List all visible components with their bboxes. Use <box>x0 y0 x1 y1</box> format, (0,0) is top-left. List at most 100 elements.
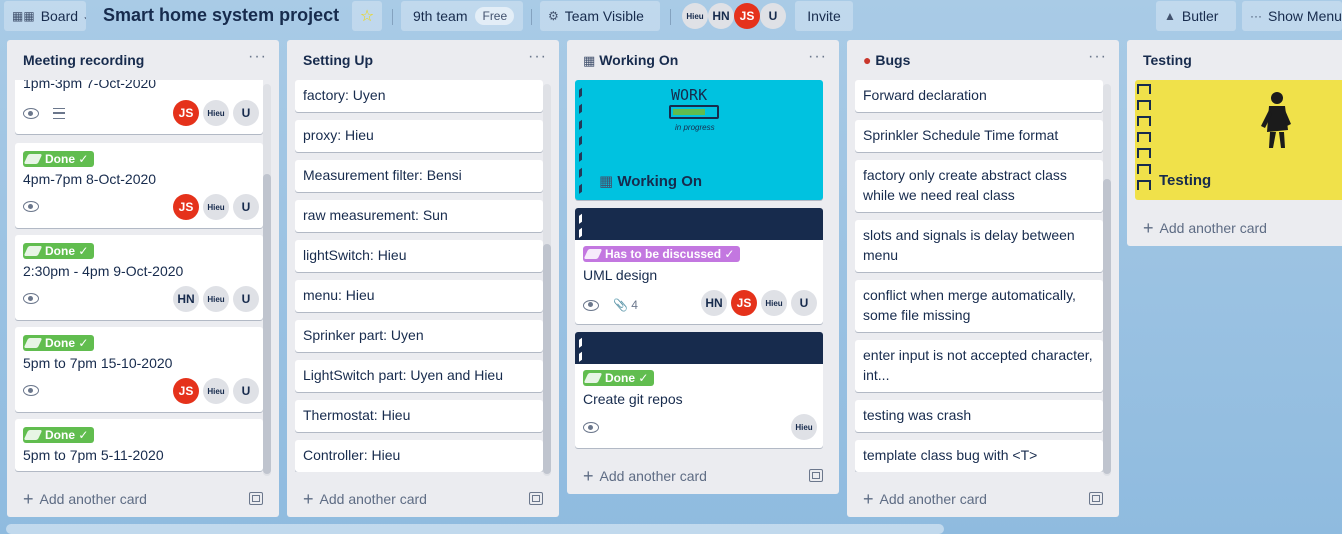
card[interactable]: proxy: Hieu <box>295 120 543 152</box>
list-testing: Testing Testing + Add another card <box>1127 40 1342 246</box>
card[interactable]: Done ✓ 5pm to 7pm 15-10-2020 JS Hieu U <box>15 327 263 412</box>
card-member-avatar[interactable]: HN <box>701 290 727 316</box>
card-template-icon[interactable] <box>1089 492 1103 505</box>
card[interactable]: Measurement filter: Bensi <box>295 160 543 192</box>
watch-icon <box>23 201 39 212</box>
card[interactable]: Done ✓ 5pm to 7pm 5-11-2020 <box>15 419 263 471</box>
card-template-icon[interactable] <box>249 492 263 505</box>
card-member-avatar[interactable]: Hieu <box>203 378 229 404</box>
card-title: 1pm-3pm 7-Oct-2020 <box>23 80 157 91</box>
list-title[interactable]: Meeting recording <box>23 52 144 68</box>
scroll-thumb[interactable] <box>1103 179 1111 474</box>
list-menu-icon[interactable]: ··· <box>248 48 267 66</box>
add-card-button[interactable]: + Add another card <box>23 490 147 508</box>
card-member-avatar[interactable]: JS <box>173 100 199 126</box>
board-title[interactable]: Smart home system project <box>103 5 339 26</box>
list-title[interactable]: Setting Up <box>303 52 373 68</box>
add-card-button[interactable]: + Add another card <box>303 489 427 509</box>
card[interactable]: Forward declaration <box>855 80 1103 112</box>
card-cover-working-on[interactable]: WORK in progress ▦ Working On <box>575 80 823 200</box>
notebook-binding <box>579 80 590 200</box>
avatar[interactable]: HN <box>708 3 734 29</box>
card-member-avatar[interactable]: JS <box>731 290 757 316</box>
card[interactable]: LightSwitch part: Uyen and Hieu <box>295 360 543 392</box>
card-title: lightSwitch: Hieu <box>303 247 407 263</box>
card-member-avatar[interactable]: U <box>233 194 259 220</box>
list-title[interactable]: ● Bugs <box>863 52 910 68</box>
label-text: Done <box>45 152 75 166</box>
card-title: Thermostat: Hieu <box>303 407 411 423</box>
card-member-avatar[interactable]: U <box>791 290 817 316</box>
star-icon: ☆ <box>359 8 375 25</box>
board-horizontal-scrollbar[interactable] <box>6 524 944 534</box>
card-member-avatar[interactable]: HN <box>173 286 199 312</box>
card[interactable]: conflict when merge automatically, some … <box>855 280 1103 332</box>
card[interactable]: lightSwitch: Hieu <box>295 240 543 272</box>
card[interactable]: testing was crash <box>855 400 1103 432</box>
card-title: Sprinkler Schedule Time format <box>863 127 1059 143</box>
card-member-avatar[interactable]: Hieu <box>203 194 229 220</box>
card[interactable]: menu: Hieu <box>295 280 543 312</box>
show-menu-button[interactable]: ··· Show Menu <box>1242 1 1342 31</box>
card[interactable]: Sprinkler Schedule Time format <box>855 120 1103 152</box>
avatar[interactable]: U <box>760 3 786 29</box>
work-text: WORK <box>671 86 708 104</box>
list-title-text: Working On <box>599 52 679 68</box>
card-member-avatar[interactable]: JS <box>173 378 199 404</box>
card-list: WORK in progress ▦ Working On Has to be … <box>575 80 823 450</box>
card[interactable]: template class bug with <T> <box>855 440 1103 472</box>
card-template-icon[interactable] <box>809 469 823 482</box>
card-member-avatar[interactable]: Hieu <box>791 414 817 440</box>
card-member-avatar[interactable]: Hieu <box>761 290 787 316</box>
card[interactable]: Sprinker part: Uyen <box>295 320 543 352</box>
card-member-avatar[interactable]: U <box>233 100 259 126</box>
card[interactable]: slots and signals is delay between menu <box>855 220 1103 272</box>
card-cover-testing[interactable]: Testing <box>1135 80 1342 200</box>
card-title: UML design <box>583 267 658 283</box>
add-card-button[interactable]: + Add another card <box>583 467 707 485</box>
scroll-thumb[interactable] <box>263 174 271 474</box>
board-switcher-button[interactable]: ▦▦ Board ⌄ <box>4 1 86 31</box>
team-button[interactable]: 9th team Free <box>401 1 523 31</box>
avatar[interactable]: JS <box>734 3 760 29</box>
plus-icon: + <box>303 489 314 509</box>
card-member-avatar[interactable]: Hieu <box>203 286 229 312</box>
team-plan-badge: Free <box>475 7 515 25</box>
list-menu-icon[interactable]: ··· <box>528 48 547 66</box>
card[interactable]: Controller: Hieu <box>295 440 543 472</box>
card[interactable]: factory only create abstract class while… <box>855 160 1103 212</box>
list-scrollbar[interactable] <box>1103 84 1111 476</box>
card[interactable]: Done ✓ 4pm-7pm 8-Oct-2020 JS Hieu U <box>15 143 263 228</box>
card-member-avatar[interactable]: U <box>233 286 259 312</box>
card-member-avatar[interactable]: JS <box>173 194 199 220</box>
list-scrollbar[interactable] <box>263 84 271 476</box>
watch-icon <box>23 293 39 304</box>
card-title: 4pm-7pm 8-Oct-2020 <box>23 171 157 187</box>
card[interactable]: factory: Uyen <box>295 80 543 112</box>
calendar-icon: ▦ <box>599 173 614 190</box>
add-card-button[interactable]: + Add another card <box>1143 219 1267 237</box>
avatar[interactable]: Hieu <box>682 3 708 29</box>
invite-button[interactable]: Invite <box>795 1 853 31</box>
card[interactable]: Done ✓ 2:30pm - 4pm 9-Oct-2020 HN Hieu U <box>15 235 263 320</box>
list-menu-icon[interactable]: ··· <box>808 48 827 66</box>
card[interactable]: Done ✓ Create git repos Hieu <box>575 332 823 448</box>
card[interactable]: Thermostat: Hieu <box>295 400 543 432</box>
list-menu-icon[interactable]: ··· <box>1088 48 1107 66</box>
list-title[interactable]: ▦ Working On <box>583 52 678 69</box>
card-template-icon[interactable] <box>529 492 543 505</box>
butler-button[interactable]: ▲ Butler <box>1156 1 1236 31</box>
add-card-button[interactable]: + Add another card <box>863 490 987 508</box>
card-title: template class bug with <T> <box>863 447 1038 463</box>
list-scrollbar[interactable] <box>543 84 551 476</box>
card-member-avatar[interactable]: Hieu <box>203 100 229 126</box>
visibility-button[interactable]: ⚙ Team Visible <box>540 1 660 31</box>
scroll-thumb[interactable] <box>543 244 551 474</box>
card[interactable]: Has to be discussed ✓ UML design 📎 4 HN … <box>575 208 823 324</box>
card[interactable]: enter input is not accepted character, i… <box>855 340 1103 392</box>
card-member-avatar[interactable]: U <box>233 378 259 404</box>
card[interactable]: 1pm-3pm 7-Oct-2020 JS Hieu U <box>15 80 263 134</box>
star-button[interactable]: ☆ <box>352 1 382 31</box>
card[interactable]: raw measurement: Sun <box>295 200 543 232</box>
list-title[interactable]: Testing <box>1143 52 1192 68</box>
